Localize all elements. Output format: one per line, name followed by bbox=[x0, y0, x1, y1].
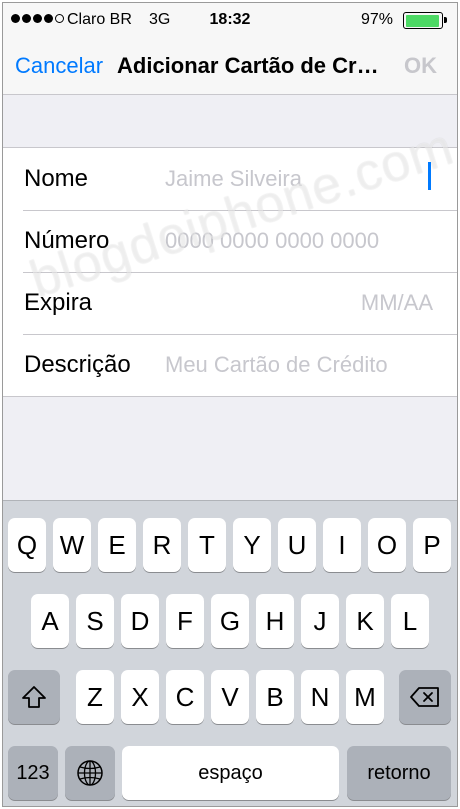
key-x[interactable]: X bbox=[121, 670, 159, 724]
key-f[interactable]: F bbox=[166, 594, 204, 648]
name-field-row[interactable]: Nome Jaime Silveira bbox=[3, 148, 457, 210]
number-field-row[interactable]: Número 0000 0000 0000 0000 bbox=[3, 210, 457, 272]
battery-icon bbox=[403, 12, 447, 29]
key-w[interactable]: W bbox=[53, 518, 91, 572]
key-n[interactable]: N bbox=[301, 670, 339, 724]
expiry-label: Expira bbox=[24, 289, 93, 316]
key-d[interactable]: D bbox=[121, 594, 159, 648]
expiry-field-row[interactable]: Expira MM/AA bbox=[3, 272, 457, 334]
key-o[interactable]: O bbox=[368, 518, 406, 572]
key-j[interactable]: J bbox=[301, 594, 339, 648]
return-key[interactable]: retorno bbox=[347, 746, 451, 800]
key-g[interactable]: G bbox=[211, 594, 249, 648]
description-input[interactable]: Meu Cartão de Crédito bbox=[165, 352, 388, 378]
card-number-input[interactable]: 0000 0000 0000 0000 bbox=[165, 228, 379, 254]
key-i[interactable]: I bbox=[323, 518, 361, 572]
ok-button[interactable]: OK bbox=[404, 53, 437, 79]
globe-key[interactable] bbox=[65, 746, 115, 800]
key-c[interactable]: C bbox=[166, 670, 204, 724]
keyboard: Q W E R T Y U I O P A S D F G H J K L Z … bbox=[3, 500, 457, 806]
space-key[interactable]: espaço bbox=[122, 746, 339, 800]
key-s[interactable]: S bbox=[76, 594, 114, 648]
cancel-button[interactable]: Cancelar bbox=[15, 53, 103, 79]
key-p[interactable]: P bbox=[413, 518, 451, 572]
description-label: Descrição bbox=[24, 351, 131, 378]
screen: Claro BR 3G 18:32 97% Cancelar Adicionar… bbox=[2, 2, 458, 807]
shift-icon bbox=[22, 686, 46, 708]
key-h[interactable]: H bbox=[256, 594, 294, 648]
key-l[interactable]: L bbox=[391, 594, 429, 648]
description-field-row[interactable]: Descrição Meu Cartão de Crédito bbox=[3, 334, 457, 396]
status-bar: Claro BR 3G 18:32 97% bbox=[3, 3, 457, 39]
key-r[interactable]: R bbox=[143, 518, 181, 572]
key-v[interactable]: V bbox=[211, 670, 249, 724]
key-z[interactable]: Z bbox=[76, 670, 114, 724]
text-cursor bbox=[428, 162, 431, 190]
globe-icon bbox=[77, 760, 103, 786]
expiry-input[interactable]: MM/AA bbox=[361, 290, 433, 316]
key-k[interactable]: K bbox=[346, 594, 384, 648]
key-t[interactable]: T bbox=[188, 518, 226, 572]
key-u[interactable]: U bbox=[278, 518, 316, 572]
name-label: Nome bbox=[24, 165, 89, 192]
name-input[interactable]: Jaime Silveira bbox=[165, 166, 302, 192]
key-y[interactable]: Y bbox=[233, 518, 271, 572]
key-m[interactable]: M bbox=[346, 670, 384, 724]
key-e[interactable]: E bbox=[98, 518, 136, 572]
battery-percent: 97% bbox=[360, 11, 393, 28]
card-form: Nome Jaime Silveira Número 0000 0000 000… bbox=[3, 147, 457, 397]
key-a[interactable]: A bbox=[31, 594, 69, 648]
delete-key[interactable] bbox=[399, 670, 451, 724]
key-q[interactable]: Q bbox=[8, 518, 46, 572]
delete-icon bbox=[410, 687, 439, 707]
page-title: Adicionar Cartão de Cr… bbox=[117, 53, 379, 78]
number-label: Número bbox=[24, 227, 110, 254]
key-b[interactable]: B bbox=[256, 670, 294, 724]
numbers-key[interactable]: 123 bbox=[8, 746, 58, 800]
navigation-bar: Cancelar Adicionar Cartão de Cr… OK bbox=[3, 39, 457, 95]
shift-key[interactable] bbox=[8, 670, 60, 724]
